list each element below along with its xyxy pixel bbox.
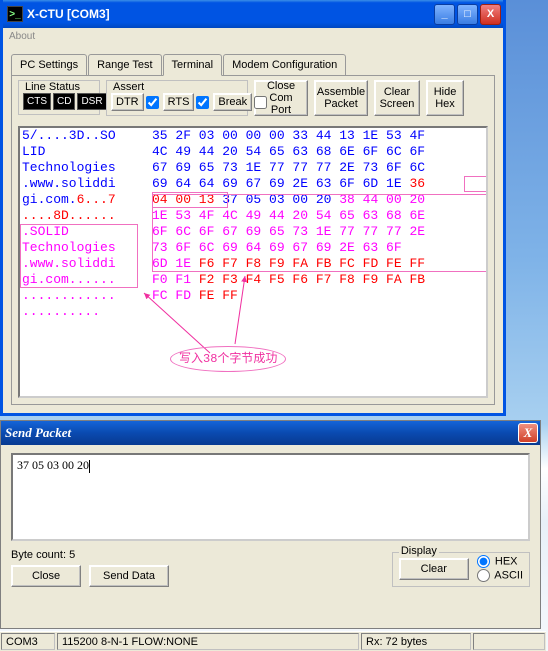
xctu-window: >_ X-CTU [COM3] _ □ X About PC Settings … [0,0,506,416]
send-data-btn[interactable]: Send Data [89,565,169,587]
clear-btn[interactable]: Clear [399,558,469,580]
tab-modem-config[interactable]: Modem Configuration [223,54,346,75]
line-status-group: Line Status CTS CD DSR [18,80,100,115]
break-button[interactable]: Break [213,93,252,111]
clear-screen-button[interactable]: Clear Screen [374,80,420,116]
tab-terminal[interactable]: Terminal [163,54,223,76]
dsr-indicator: DSR [77,93,106,110]
menubar: About [3,28,503,48]
send-window-title: Send Packet [5,425,71,441]
terminal-area[interactable]: 5/....3D..SOLID Technologies.www.soliddi… [18,126,488,398]
tab-range-test[interactable]: Range Test [88,54,161,75]
minimize-button[interactable]: _ [434,4,455,25]
tab-pc-settings[interactable]: PC Settings [11,54,87,75]
close-button[interactable]: X [480,4,501,25]
send-close-button[interactable]: X [518,423,538,443]
titlebar[interactable]: >_ X-CTU [COM3] _ □ X [3,0,503,28]
packet-input-value: 37 05 03 00 20 [17,458,89,472]
ascii-radio[interactable]: ASCII [477,569,523,582]
assemble-packet-button[interactable]: Assemble Packet [314,80,368,116]
status-port: COM3 [1,633,55,650]
assert-label: Assert [111,81,243,93]
display-group: Display Clear HEX ASCII [392,552,530,587]
send-close-btn[interactable]: Close [11,565,81,587]
break-checkbox[interactable] [254,96,267,109]
status-rx: Rx: 72 bytes [361,633,471,650]
send-titlebar[interactable]: Send Packet X [1,421,540,445]
packet-input[interactable]: 37 05 03 00 20 [11,453,530,541]
rts-button[interactable]: RTS [163,93,195,111]
hex-column: 35 2F 03 00 00 00 33 44 13 1E 53 4F4C 49… [152,128,484,304]
status-empty [473,633,545,650]
tabs: PC Settings Range Test Terminal Modem Co… [3,48,503,75]
app-icon: >_ [7,6,23,22]
annotation-bubble: 写入38个字节成功 [170,346,286,372]
hex-radio[interactable]: HEX [477,555,523,568]
display-label: Display [399,545,439,557]
menu-about[interactable]: About [9,31,35,42]
byte-count-label: Byte count: 5 [11,549,169,561]
rts-checkbox[interactable] [196,96,209,109]
dtr-button[interactable]: DTR [111,93,144,111]
terminal-panel: Line Status CTS CD DSR Assert DTR RTS Br… [11,75,495,405]
assert-group: Assert DTR RTS Break [106,80,248,116]
window-title: X-CTU [COM3] [27,7,110,21]
dtr-checkbox[interactable] [146,96,159,109]
caret [89,460,90,473]
status-bar: COM3 115200 8-N-1 FLOW:NONE Rx: 72 bytes [0,631,546,651]
ascii-column: 5/....3D..SOLID Technologies.www.soliddi… [22,128,146,320]
maximize-button[interactable]: □ [457,4,478,25]
line-status-label: Line Status [23,81,95,93]
cd-indicator: CD [53,93,75,110]
hide-hex-button[interactable]: Hide Hex [426,80,464,116]
status-config: 115200 8-N-1 FLOW:NONE [57,633,359,650]
cts-indicator: CTS [23,93,51,110]
send-packet-window: Send Packet X 37 05 03 00 20 Byte count:… [0,420,541,629]
